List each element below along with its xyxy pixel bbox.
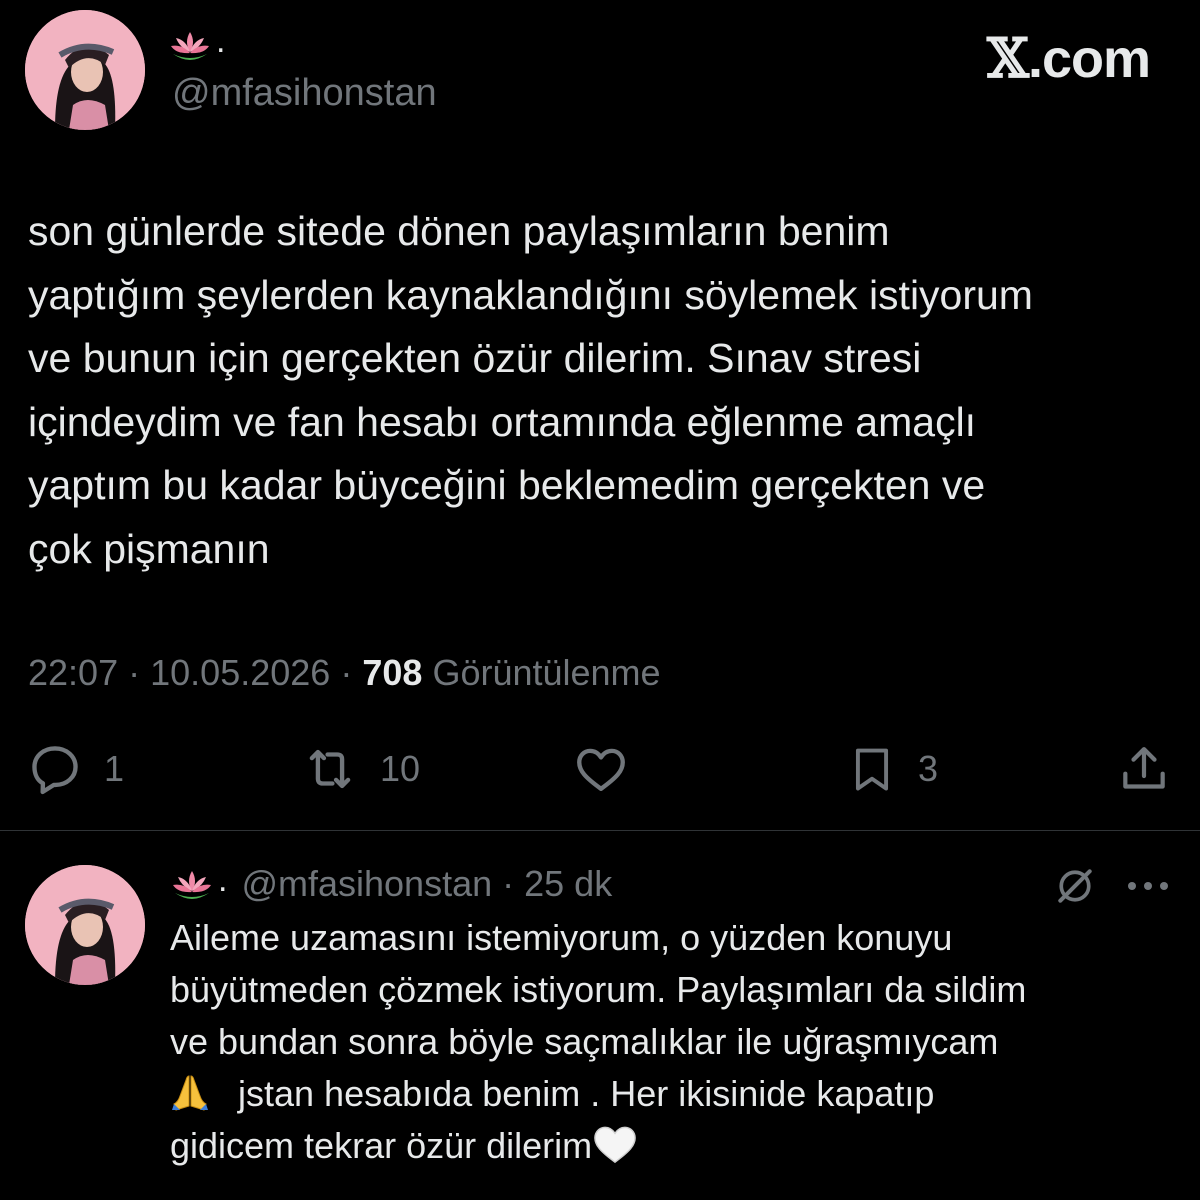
reply-text-line: jstan hesabıda benim . Her ikisinide kap…: [238, 1073, 935, 1114]
reply-count: 1: [104, 748, 125, 789]
tweet-meta: 22:07 · 10.05.2026 · 708 Görüntülenme: [28, 652, 661, 694]
avatar[interactable]: [25, 865, 145, 985]
reply-text-line: gidicem tekrar özür dilerim: [170, 1125, 593, 1166]
bookmark-button[interactable]: 3: [846, 740, 938, 798]
views-count: 708: [362, 652, 423, 693]
handle[interactable]: @mfasihonstan: [241, 863, 492, 905]
x-logo-domain: .com: [1027, 29, 1151, 89]
reply-text: Aileme uzamasını istemiyorum, o yüzden k…: [170, 912, 1180, 1172]
retweet-icon: [309, 749, 351, 789]
grok-icon[interactable]: [1053, 864, 1097, 908]
bookmark-icon: [855, 748, 889, 791]
tweet-text-line: içindeydim ve fan hesabı ortamında eğlen…: [28, 398, 977, 445]
x-logo-letter: 𝕏: [987, 26, 1029, 90]
retweet-count: 10: [380, 748, 421, 789]
tweet-date[interactable]: 10.05.2026: [150, 652, 330, 693]
lotus-icon: [171, 32, 209, 60]
meta-separator: ·: [340, 652, 353, 693]
folded-hands-emoji: [172, 1075, 208, 1112]
share-button[interactable]: [1116, 740, 1172, 798]
tweet-text-line: ve bunun için gerçekten özür dilerim. Sı…: [28, 335, 922, 381]
tweet-text-line: son günlerde sitede dönen paylaşımların …: [28, 208, 890, 254]
reply-text-line-with-emoji: gidicem tekrar özür dilerim: [170, 1120, 1180, 1172]
meta-separator: ·: [128, 652, 141, 693]
display-name-dot: .: [216, 22, 226, 60]
display-name[interactable]: .: [170, 24, 225, 62]
lotus-icon: [173, 871, 211, 899]
share-icon: [1123, 747, 1165, 789]
handle[interactable]: @mfasihonstan: [172, 72, 437, 115]
avatar[interactable]: [25, 10, 145, 130]
more-icon[interactable]: [1126, 878, 1170, 894]
heart-icon: [577, 748, 625, 791]
reply-text-line: büyütmeden çözmek istiyorum. Paylaşımlar…: [170, 969, 1027, 1010]
reply-button[interactable]: 1: [26, 740, 124, 798]
bookmark-count: 3: [918, 748, 939, 789]
tweet-time[interactable]: 22:07: [28, 652, 118, 693]
white-heart-emoji: [594, 1127, 636, 1164]
meta-separator: ·: [502, 863, 515, 904]
tweet-text-line: çok pişmanın: [28, 525, 270, 572]
reply-text-line: Aileme uzamasını istemiyorum, o yüzden k…: [170, 917, 953, 958]
reply-header: . @mfasihonstan · 25 dk: [172, 860, 612, 906]
reply-icon: [32, 746, 78, 795]
tweet-text-line: yaptığım şeylerden kaynaklandığını söyle…: [28, 271, 1033, 318]
retweet-button[interactable]: 10: [300, 740, 420, 798]
tweet-time-ago[interactable]: 25 dk: [524, 863, 612, 905]
reply-text-line-with-emoji: jstan hesabıda benim . Her ikisinide kap…: [170, 1068, 1180, 1120]
reply-text-line: ve bundan sonra böyle saçmalıklar ile uğ…: [170, 1021, 999, 1062]
tweet-text: son günlerde sitede dönen paylaşımların …: [28, 200, 1188, 581]
like-button[interactable]: [572, 740, 630, 798]
views-label: Görüntülenme: [432, 652, 661, 693]
divider: [0, 830, 1200, 831]
x-brand-logo: 𝕏.com: [987, 26, 1151, 90]
display-name-dot: .: [218, 860, 228, 899]
tweet-text-line: yaptım bu kadar büyceğini beklemedim ger…: [28, 462, 986, 508]
